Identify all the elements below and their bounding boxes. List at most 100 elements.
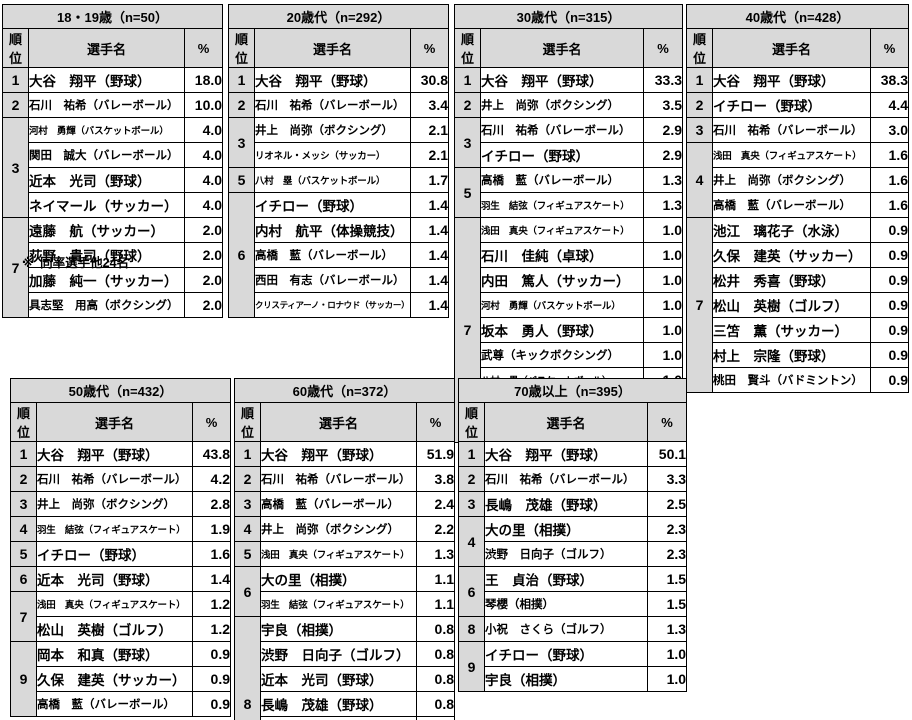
rank-cell: 3 xyxy=(454,117,481,168)
table-row: 3 河村 勇輝（バスケットボール） 4.0 xyxy=(2,117,224,218)
player-name-cell: 松山 英樹（ゴルフ） xyxy=(712,292,871,318)
percentage-cell: 1.4 xyxy=(191,566,232,592)
table-row: 高橋 藍（バレーボール） 0.9 xyxy=(11,691,232,717)
percentage-cell: 1.0 xyxy=(642,342,684,368)
table-row: 村上 宗隆（野球） 0.9 xyxy=(687,342,910,368)
table-row: 武尊（キックボクシング） 1.0 xyxy=(455,342,684,368)
table-row: 内村 航平（体操競技） 1.4 xyxy=(229,217,450,243)
table-row: 1 大谷 翔平（野球） 43.8 xyxy=(10,441,232,467)
player-name-cell: 大の里（相撲） xyxy=(260,566,417,592)
age-group-table-age-20s: 20歳代（n=292） 順位 選手名% 1 大谷 翔平（野球） 30.8 2 石川 祐希（バレ… xyxy=(227,4,450,318)
percentage-cell: 1.0 xyxy=(642,267,684,293)
player-name-cell: 武尊（キックボクシング） xyxy=(480,342,644,368)
table-row: 松山 英樹（ゴルフ） 0.9 xyxy=(687,292,910,318)
percentage-cell: 18.0 xyxy=(183,67,224,93)
table-title: 18・19歳（n=50） xyxy=(1,4,224,29)
percentage-cell: 0.9 xyxy=(191,641,232,667)
player-name-cell: 浅田 真央（フィギュアスケート） xyxy=(712,142,871,168)
table-row: 河村 勇輝（バスケットボール） 1.0 xyxy=(455,292,684,318)
player-name-cell: 琴櫻（相撲） xyxy=(484,591,648,617)
table-row: 7 遠藤 航（サッカー） 2.0 xyxy=(2,217,224,318)
player-name-cell: 井上 尚弥（ボクシング） xyxy=(254,117,411,143)
player-name-cell: 近本 光司（野球） xyxy=(36,566,193,592)
percentage-cell: 1.4 xyxy=(409,217,450,243)
table-row: 近本 光司（野球） 4.0 xyxy=(3,167,224,193)
rank-cell: 7 xyxy=(686,217,713,393)
age-group-table-age-70-plus: 70歳以上（n=395） 順位 選手名% 1 大谷 翔平（野球） 50.1 2 石川 祐希（バ… xyxy=(457,378,688,692)
rank-cell: 1 xyxy=(454,67,481,93)
table-row: 松山 英樹（ゴルフ） 1.2 xyxy=(11,616,232,642)
table-row: 1 大谷 翔平（野球） 30.8 xyxy=(228,67,450,93)
player-name-cell: 平野 美宇（卓球） xyxy=(260,716,417,720)
percentage-cell: 1.6 xyxy=(191,541,232,567)
rank-cell: 3 xyxy=(458,491,485,517)
player-name-cell: 渋野 日向子（ゴルフ） xyxy=(260,641,417,667)
table-row: 琴櫻（相撲） 1.5 xyxy=(459,591,688,617)
column-header-pct: % xyxy=(415,402,456,442)
table-row: 1 大谷 翔平（野球） 33.3 xyxy=(454,67,684,93)
rank-cell: 3 xyxy=(10,491,37,517)
percentage-cell: 38.3 xyxy=(869,67,910,93)
percentage-cell: 1.0 xyxy=(642,292,684,318)
player-name-cell: 羽生 結弦（フィギュアスケート） xyxy=(36,516,193,542)
table-row: 渋野 日向子（ゴルフ） 2.3 xyxy=(459,541,688,567)
rank-cell: 1 xyxy=(10,441,37,467)
percentage-cell: 10.0 xyxy=(183,92,224,118)
player-name-cell: 石川 祐希（バレーボール） xyxy=(712,117,871,143)
percentage-cell: 0.9 xyxy=(869,292,910,318)
player-name-cell: 具志堅 用高（ボクシング） xyxy=(28,292,185,318)
table-row: 桃田 賢斗（バドミントン） 0.9 xyxy=(687,367,910,393)
player-name-cell: 石川 祐希（バレーボール） xyxy=(484,466,648,492)
percentage-cell: 1.3 xyxy=(415,541,456,567)
percentage-cell: 2.9 xyxy=(642,142,684,168)
rank-cell: 5 xyxy=(454,167,481,218)
percentage-cell: 4.0 xyxy=(183,192,224,218)
table-row: 4 浅田 真央（フィギュアスケート） 1.6 xyxy=(686,142,910,218)
rank-cell: 5 xyxy=(228,167,255,193)
player-name-cell: イチロー（野球） xyxy=(712,92,871,118)
percentage-cell: 0.9 xyxy=(869,367,910,393)
table-row: 久保 建英（サッカー） 0.9 xyxy=(11,666,232,692)
column-header-name: 選手名 xyxy=(28,28,185,68)
rank-cell: 2 xyxy=(458,466,485,492)
table-row: 7 浅田 真央（フィギュアスケート） 1.2 xyxy=(10,591,232,642)
table-row: 2 石川 祐希（バレーボール） 3.8 xyxy=(234,466,456,492)
percentage-cell: 1.0 xyxy=(646,641,688,667)
player-name-cell: 大の里（相撲） xyxy=(484,516,648,542)
rank-cell: 3 xyxy=(2,117,29,218)
percentage-cell: 1.7 xyxy=(409,167,450,193)
table-row: 2 井上 尚弥（ボクシング） 3.5 xyxy=(454,92,684,118)
percentage-cell: 1.0 xyxy=(642,242,684,268)
player-name-cell: イチロー（野球） xyxy=(254,192,411,218)
footnote: ※ 同率選手他24名 xyxy=(22,252,129,271)
table-row: 近本 光司（野球） 0.8 xyxy=(235,666,456,692)
column-header-pct: % xyxy=(646,402,688,442)
table-title: 20歳代（n=292） xyxy=(227,4,450,29)
percentage-cell: 30.8 xyxy=(409,67,450,93)
percentage-cell: 4.0 xyxy=(183,167,224,193)
player-name-cell: 石川 祐希（バレーボール） xyxy=(28,92,185,118)
percentage-cell: 1.3 xyxy=(646,616,688,642)
table-row: 4 井上 尚弥（ボクシング） 2.2 xyxy=(234,516,456,542)
percentage-cell: 1.0 xyxy=(646,666,688,692)
table-row: 9 岡本 和真（野球） 0.9 xyxy=(10,641,232,717)
player-name-cell: ネイマール（サッカー） xyxy=(28,192,185,218)
column-header-rank: 順位 xyxy=(458,402,485,442)
table-row: 井上 尚弥（ボクシング） 1.6 xyxy=(687,167,910,193)
table-row: 内田 篤人（サッカー） 1.0 xyxy=(455,267,684,293)
player-name-cell: 遠藤 航（サッカー） xyxy=(28,217,185,243)
percentage-cell: 2.0 xyxy=(183,242,224,268)
rank-cell: 2 xyxy=(454,92,481,118)
player-name-cell: 坂本 勇人（野球） xyxy=(480,317,644,343)
percentage-cell: 2.3 xyxy=(646,541,688,567)
age-group-table-age-40s: 40歳代（n=428） 順位 選手名% 1 大谷 翔平（野球） 38.3 2 イチロー（野球）… xyxy=(685,4,910,393)
column-header-rank: 順位 xyxy=(2,28,29,68)
rank-cell: 3 xyxy=(686,117,713,143)
player-name-cell: リオネル・メッシ（サッカー） xyxy=(254,142,411,168)
percentage-cell: 2.8 xyxy=(191,491,232,517)
percentage-cell: 1.4 xyxy=(409,242,450,268)
table-row: 5 浅田 真央（フィギュアスケート） 1.3 xyxy=(234,541,456,567)
player-name-cell: 河村 勇輝（バスケットボール） xyxy=(480,292,644,318)
table-row: 西田 有志（バレーボール） 1.4 xyxy=(229,267,450,293)
rank-cell: 2 xyxy=(10,466,37,492)
